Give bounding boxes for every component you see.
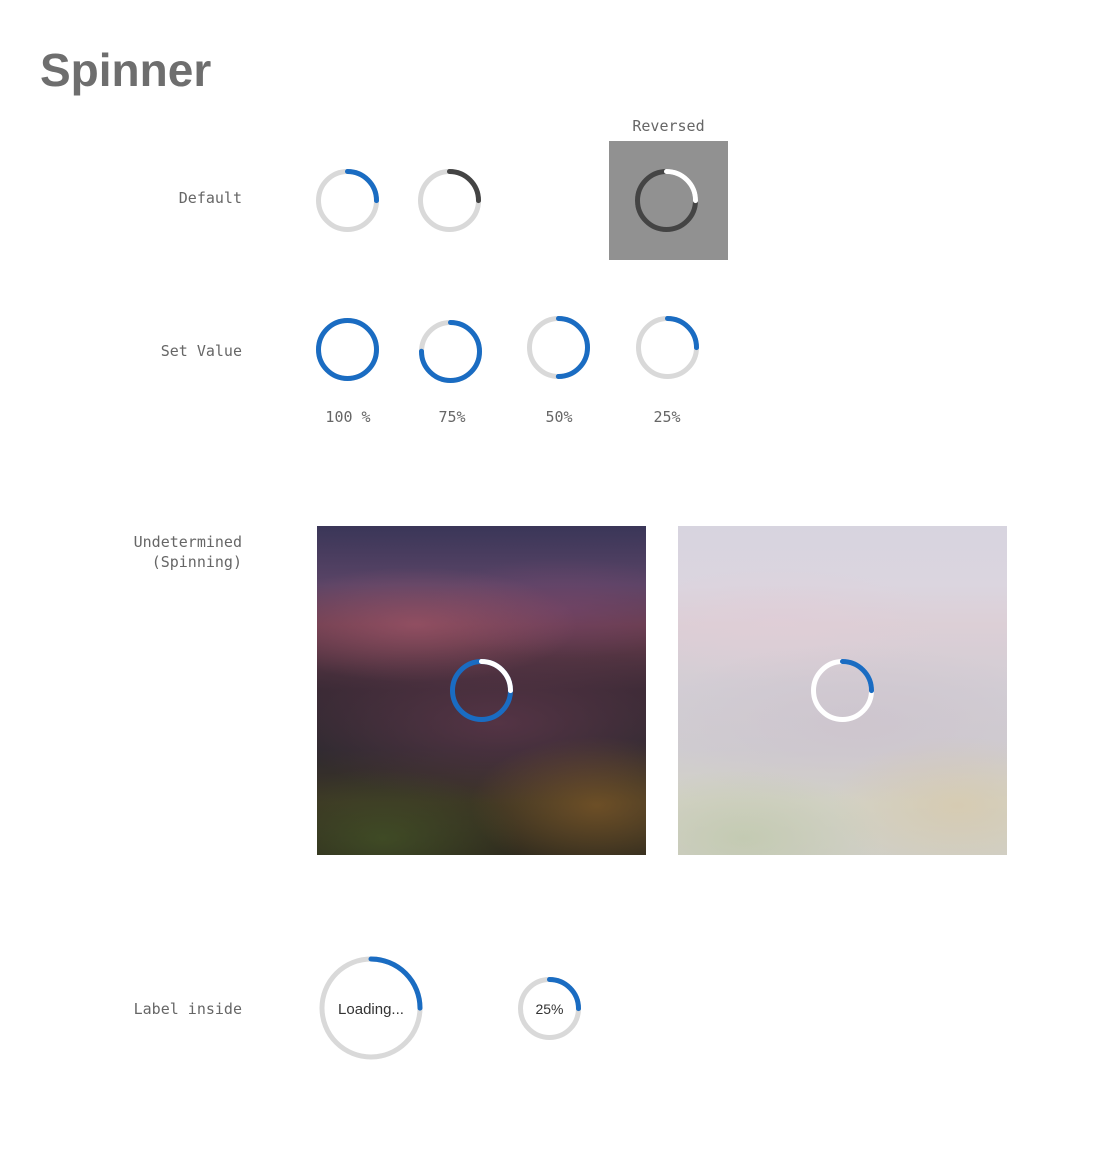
set-value-spinner-25 xyxy=(636,316,699,379)
percent-label-spinner: 25% xyxy=(518,977,581,1040)
reversed-spinner xyxy=(635,169,698,232)
set-value-caption-50: 50% xyxy=(545,408,573,426)
undetermined-spinner-on-dark xyxy=(450,659,513,722)
percent-label-text: 25% xyxy=(535,1001,563,1017)
set-value-caption-25: 25% xyxy=(653,408,681,426)
loading-label-text: Loading... xyxy=(338,1001,404,1018)
set-value-caption-100: 100 % xyxy=(325,408,371,426)
page-title: Spinner xyxy=(40,44,212,96)
set-value-caption-75: 75% xyxy=(438,408,466,426)
spinner-arc xyxy=(316,318,379,381)
set-value-spinner-50 xyxy=(527,316,590,379)
default-spinner-dark xyxy=(418,169,481,232)
loading-label-spinner: Loading... xyxy=(319,956,423,1060)
undetermined-row-label-line1: Undetermined xyxy=(133,533,242,551)
undetermined-spinner-on-light xyxy=(811,659,874,722)
set-value-spinner-75 xyxy=(419,320,482,383)
set-value-spinner-100 xyxy=(316,318,379,381)
label-inside-row-label: Label inside xyxy=(133,1000,242,1018)
undetermined-row-label-line2: (Spinning) xyxy=(151,553,242,571)
default-row-label: Default xyxy=(178,189,242,207)
set-value-row-label: Set Value xyxy=(160,342,242,360)
reversed-column-label: Reversed xyxy=(632,117,705,135)
default-spinner-blue xyxy=(316,169,379,232)
